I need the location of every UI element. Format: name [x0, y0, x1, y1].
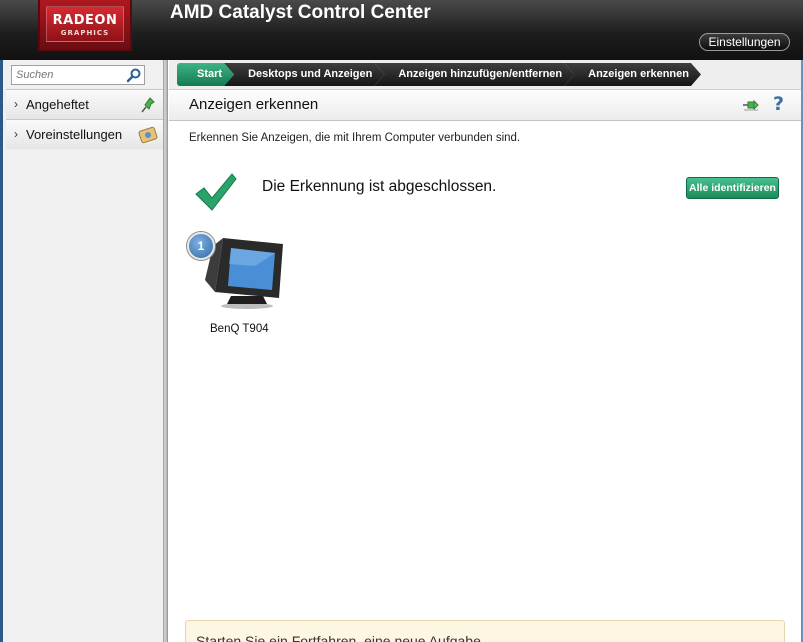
tips-text: Starten Sie ein Fortfahren, eine neue Au… — [196, 633, 493, 642]
page-description: Erkennen Sie Anzeigen, die mit Ihrem Com… — [189, 132, 521, 144]
pin-page-icon[interactable] — [742, 97, 760, 113]
radeon-logo: RADEON GRAPHICS — [38, 0, 132, 51]
logo-subtext: GRAPHICS — [60, 29, 110, 37]
sidebar-item-presets[interactable]: › Voreinstellungen — [6, 119, 167, 149]
page-header: Anzeigen erkennen ? — [169, 91, 801, 121]
help-icon[interactable]: ? — [773, 93, 784, 115]
search-icon[interactable] — [126, 67, 142, 83]
app-title: AMD Catalyst Control Center — [170, 2, 431, 23]
logo-text: RADEON — [52, 13, 118, 28]
app-header: RADEON GRAPHICS AMD Catalyst Control Cen… — [0, 0, 803, 60]
sidebar-splitter[interactable] — [163, 60, 167, 642]
display-item[interactable]: 1 — [187, 232, 287, 332]
sidebar-item-label: Angeheftet — [26, 97, 89, 112]
sidebar-item-label: Voreinstellungen — [26, 127, 123, 142]
chevron-right-icon: › — [14, 127, 18, 141]
tips-panel: Starten Sie ein Fortfahren, eine neue Au… — [185, 620, 785, 642]
detection-status: Die Erkennung ist abgeschlossen. — [262, 178, 497, 195]
settings-button[interactable]: Einstellungen — [699, 33, 790, 51]
pin-icon — [141, 97, 155, 113]
sidebar-item-pinned[interactable]: › Angeheftet — [6, 89, 167, 119]
page-title: Anzeigen erkennen — [189, 96, 319, 113]
search-input[interactable] — [12, 66, 124, 84]
breadcrumb: Start Desktops und Anzeigen Anzeigen hin… — [169, 60, 801, 90]
chevron-right-icon: › — [14, 97, 18, 111]
breadcrumb-detect-displays[interactable]: Anzeigen erkennen — [564, 63, 701, 86]
sidebar: › Angeheftet › Voreinstellungen — [0, 60, 168, 642]
presets-icon — [138, 126, 158, 144]
display-name: BenQ T904 — [210, 323, 269, 335]
display-number-badge: 1 — [187, 232, 215, 260]
search-box[interactable] — [11, 65, 145, 85]
breadcrumb-start[interactable]: Start — [177, 63, 234, 86]
breadcrumb-add-remove-displays[interactable]: Anzeigen hinzufügen/entfernen — [374, 63, 574, 86]
checkmark-icon — [195, 173, 237, 211]
breadcrumb-desktops-displays[interactable]: Desktops und Anzeigen — [224, 63, 384, 86]
main-panel: Start Desktops und Anzeigen Anzeigen hin… — [169, 60, 803, 642]
identify-all-button[interactable]: Alle identifizieren — [686, 177, 779, 199]
